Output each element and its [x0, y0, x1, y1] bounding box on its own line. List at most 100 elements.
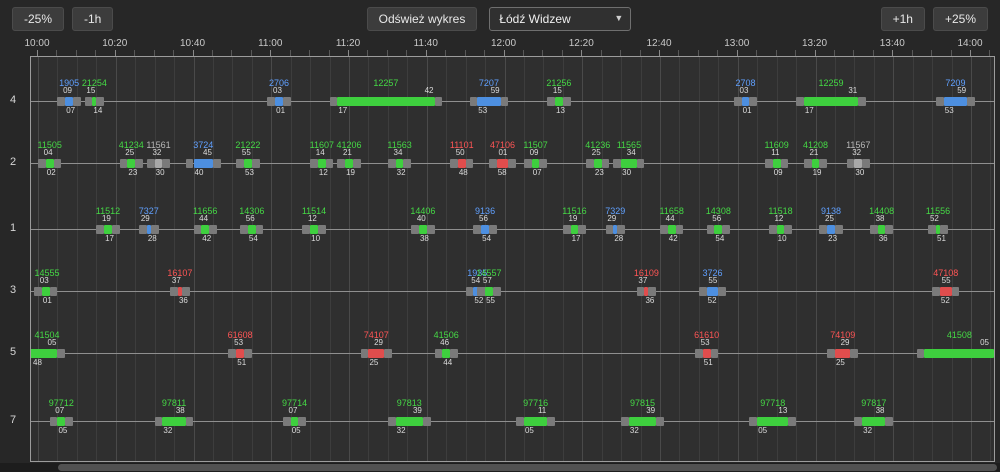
dwell-buffer	[508, 159, 516, 168]
train-bar[interactable]	[812, 159, 820, 168]
train-bar[interactable]	[30, 349, 57, 358]
gridline	[757, 57, 758, 461]
arrival-minute-label: 55	[486, 297, 495, 305]
train-bar[interactable]	[703, 349, 711, 358]
arrival-minute-label: 12	[319, 169, 328, 177]
train-bar[interactable]	[481, 225, 489, 234]
train-bar[interactable]	[477, 97, 500, 106]
train-bar[interactable]	[345, 159, 353, 168]
train-bar[interactable]	[337, 97, 434, 106]
arrival-minute-label: 48	[459, 169, 468, 177]
arrival-minute-label: 10	[778, 235, 787, 243]
scrollbar-thumb[interactable]	[58, 464, 997, 471]
dwell-buffer	[302, 225, 310, 234]
train-bar[interactable]	[42, 287, 50, 296]
departure-minute-label: 42	[425, 87, 434, 95]
train-bar[interactable]	[497, 159, 509, 168]
train-bar[interactable]	[368, 349, 384, 358]
train-bar[interactable]	[244, 159, 252, 168]
horizontal-scrollbar[interactable]	[0, 463, 1000, 472]
time-label: 10:20	[102, 38, 127, 49]
dwell-buffer	[637, 159, 645, 168]
train-bar[interactable]	[924, 349, 994, 358]
departure-minute-label: 13	[778, 407, 787, 415]
train-bar[interactable]	[201, 225, 209, 234]
train-bar[interactable]	[248, 225, 256, 234]
train-bar[interactable]	[621, 159, 637, 168]
train-bar[interactable]	[155, 159, 163, 168]
train-bar[interactable]	[757, 417, 788, 426]
train-bar[interactable]	[396, 159, 404, 168]
train-bar[interactable]	[827, 225, 835, 234]
dwell-buffer	[283, 417, 291, 426]
train-bar[interactable]	[419, 225, 427, 234]
train-bar[interactable]	[104, 225, 112, 234]
train-bar[interactable]	[878, 225, 886, 234]
train-bar[interactable]	[485, 287, 493, 296]
dwell-buffer	[182, 287, 190, 296]
dwell-buffer	[524, 159, 532, 168]
gridline	[271, 57, 272, 461]
train-bar[interactable]	[291, 417, 299, 426]
train-bar[interactable]	[318, 159, 326, 168]
arrival-minute-label: 32	[397, 427, 406, 435]
train-bar[interactable]	[194, 159, 213, 168]
train-bar[interactable]	[668, 225, 676, 234]
arrival-minute-label: 28	[148, 235, 157, 243]
gridline	[213, 57, 214, 461]
train-bar[interactable]	[458, 159, 466, 168]
dwell-buffer	[617, 225, 625, 234]
train-bar[interactable]	[396, 417, 423, 426]
train-bar[interactable]	[532, 159, 540, 168]
train-bar[interactable]	[46, 159, 54, 168]
time-label: 10:00	[24, 38, 49, 49]
zoom-in-button[interactable]: +25%	[933, 7, 988, 31]
pan-forward-button[interactable]: +1h	[881, 7, 925, 31]
train-bar[interactable]	[57, 417, 65, 426]
refresh-chart-button[interactable]: Odśwież wykres	[367, 7, 478, 31]
dwell-buffer	[928, 225, 936, 234]
time-label: 11:20	[336, 38, 360, 49]
gridline	[563, 57, 564, 461]
arrival-minute-label: 07	[66, 107, 75, 115]
train-bar[interactable]	[571, 225, 579, 234]
train-bar[interactable]	[707, 287, 719, 296]
train-bar[interactable]	[862, 417, 885, 426]
dwell-buffer	[298, 417, 306, 426]
departure-minute-label: 59	[491, 87, 500, 95]
station-select[interactable]: Łódź Widzew	[489, 7, 631, 31]
train-bar[interactable]	[777, 225, 785, 234]
train-bar[interactable]	[629, 417, 656, 426]
train-bar[interactable]	[65, 97, 73, 106]
train-bar[interactable]	[835, 349, 851, 358]
train-bar[interactable]	[944, 97, 967, 106]
train-bar[interactable]	[940, 287, 952, 296]
train-bar[interactable]	[854, 159, 862, 168]
gridline	[816, 57, 817, 461]
time-label: 12:00	[491, 38, 516, 49]
train-bar[interactable]	[310, 225, 318, 234]
train-bar[interactable]	[742, 97, 750, 106]
train-bar[interactable]	[773, 159, 781, 168]
track-number-label: 2	[0, 156, 26, 168]
train-bar[interactable]	[275, 97, 283, 106]
dwell-buffer	[804, 159, 812, 168]
train-bar[interactable]	[127, 159, 135, 168]
pan-back-button[interactable]: -1h	[72, 7, 113, 31]
train-bar[interactable]	[162, 417, 185, 426]
arrival-minute-label: 09	[774, 169, 783, 177]
arrival-minute-label: 32	[163, 427, 172, 435]
station-select-wrap: Łódź Widzew ▼	[489, 7, 631, 31]
train-bar[interactable]	[236, 349, 244, 358]
train-bar[interactable]	[594, 159, 602, 168]
time-axis: 10:0010:2010:4011:0011:2011:4012:0012:20…	[0, 38, 1000, 56]
gridline	[427, 57, 428, 461]
train-bar[interactable]	[714, 225, 722, 234]
train-bar[interactable]	[555, 97, 563, 106]
train-bar[interactable]	[442, 349, 450, 358]
train-bar[interactable]	[804, 97, 858, 106]
departure-minute-label: 44	[666, 215, 675, 223]
train-bar[interactable]	[524, 417, 547, 426]
dwell-buffer	[256, 225, 264, 234]
zoom-out-button[interactable]: -25%	[12, 7, 64, 31]
